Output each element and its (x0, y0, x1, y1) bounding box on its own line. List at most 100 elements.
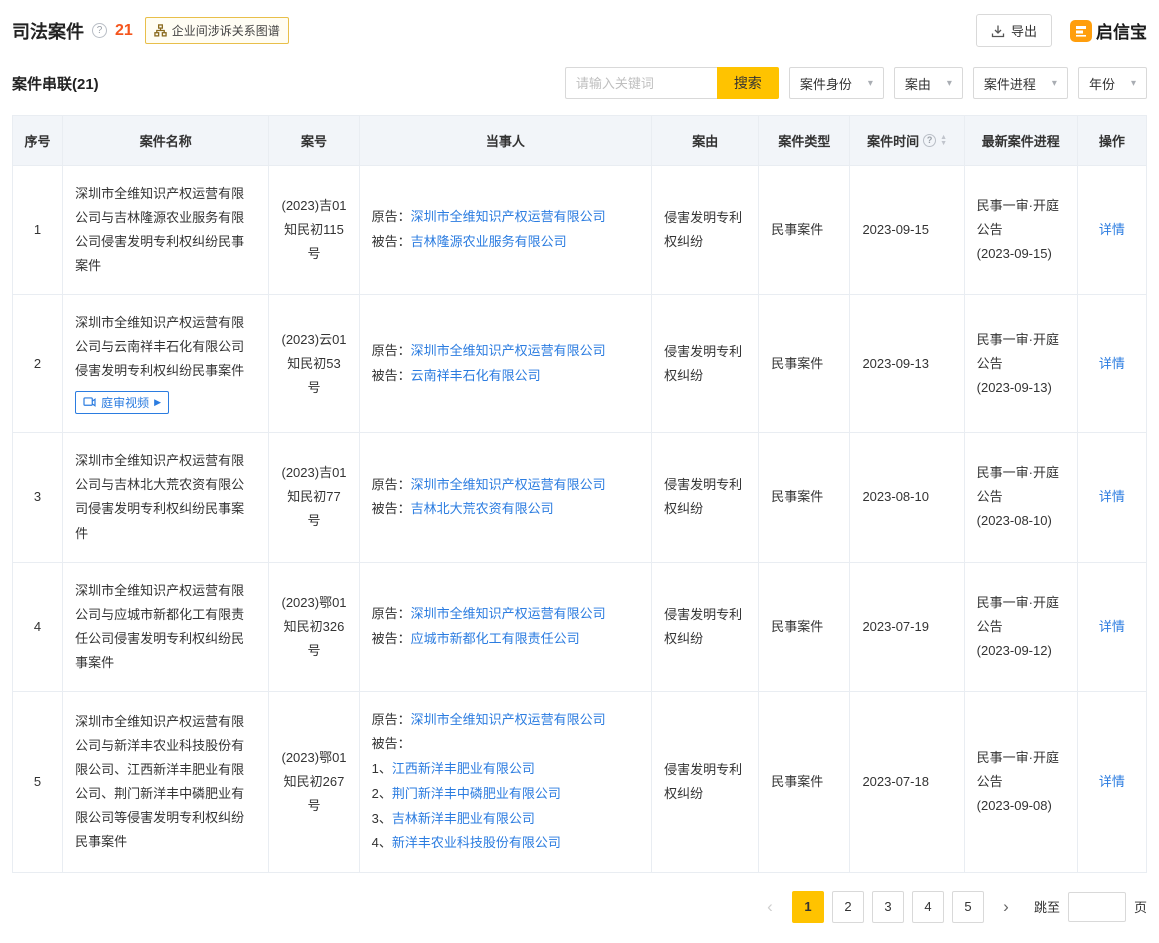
case-name-text: 深圳市全维知识产权运营有限公司与云南祥丰石化有限公司侵害发明专利权纠纷民事案件 (75, 311, 256, 383)
plaintiff-link[interactable]: 深圳市全维知识产权运营有限公司 (411, 477, 606, 492)
detail-link[interactable]: 详情 (1099, 774, 1125, 789)
cell-action: 详情 (1077, 295, 1146, 433)
defendant-label: 被告： (372, 631, 411, 646)
plaintiff-link[interactable]: 深圳市全维知识产权运营有限公司 (411, 712, 606, 727)
detail-link[interactable]: 详情 (1099, 222, 1125, 237)
defendant-link[interactable]: 吉林新洋丰肥业有限公司 (392, 811, 535, 826)
jump-page-input[interactable] (1068, 892, 1126, 922)
defendant-link[interactable]: 吉林隆源农业服务有限公司 (411, 234, 567, 249)
plaintiff-link[interactable]: 深圳市全维知识产权运营有限公司 (411, 606, 606, 621)
page-button-2[interactable]: 2 (832, 891, 864, 923)
defendant-label: 被告： (372, 501, 411, 516)
col-time-label: 案件时间 (867, 131, 919, 150)
video-icon (83, 397, 96, 408)
defendant-index: 2、 (372, 786, 392, 801)
table-row: 5 深圳市全维知识产权运营有限公司与新洋丰农业科技股份有限公司、江西新洋丰肥业有… (13, 691, 1147, 872)
table-row: 1 深圳市全维知识产权运营有限公司与吉林隆源农业服务有限公司侵害发明专利权纠纷民… (13, 166, 1147, 295)
cell-progress: 民事一审·开庭公告 (2023-09-13) (964, 295, 1077, 433)
page-button-5[interactable]: 5 (952, 891, 984, 923)
cell-action: 详情 (1077, 166, 1146, 295)
progress-text: 民事一审·开庭公告 (977, 591, 1065, 639)
defendant-link[interactable]: 新洋丰农业科技股份有限公司 (392, 835, 561, 850)
next-page-button[interactable]: › (992, 891, 1020, 923)
judicial-cases-page: 司法案件 ? 21 企业间涉诉关系图谱 导出 启信宝 (0, 0, 1159, 943)
filter-case-role[interactable]: 案件身份 ▾ (789, 67, 884, 99)
col-type: 案件类型 (759, 116, 850, 166)
detail-link[interactable]: 详情 (1099, 619, 1125, 634)
filter-cause-label: 案由 (905, 74, 931, 93)
filter-cause[interactable]: 案由 ▾ (894, 67, 963, 99)
cell-case-name: 深圳市全维知识产权运营有限公司与应城市新都化工有限责任公司侵害发明专利权纠纷民事… (63, 562, 269, 691)
defendant-link[interactable]: 荆门新洋丰中磷肥业有限公司 (392, 786, 561, 801)
defendant-index: 4、 (372, 835, 392, 850)
defendant-link[interactable]: 吉林北大荒农资有限公司 (411, 501, 554, 516)
page-jump: 跳至 页 (1034, 892, 1147, 922)
trial-video-label: 庭审视频 (101, 394, 149, 411)
progress-date: (2023-09-13) (977, 376, 1065, 400)
col-cause: 案由 (652, 116, 759, 166)
defendant-link[interactable]: 云南祥丰石化有限公司 (411, 368, 541, 383)
sort-icon[interactable]: ▲▼ (940, 135, 947, 147)
brand-icon (1070, 20, 1092, 42)
cell-cause: 侵害发明专利权纠纷 (652, 166, 759, 295)
defendant-link[interactable]: 江西新洋丰肥业有限公司 (392, 761, 535, 776)
page-button-4[interactable]: 4 (912, 891, 944, 923)
defendant-index: 3、 (372, 811, 392, 826)
defendant-link[interactable]: 应城市新都化工有限责任公司 (411, 631, 580, 646)
search-button[interactable]: 搜索 (717, 67, 779, 99)
cell-time: 2023-09-15 (850, 166, 964, 295)
case-time-help-icon[interactable]: ? (923, 134, 936, 147)
col-parties: 当事人 (359, 116, 652, 166)
cell-action: 详情 (1077, 433, 1146, 562)
cell-case-no: (2023)鄂01知民初326号 (269, 562, 359, 691)
defendant-label: 被告： (372, 736, 411, 751)
filter-year-label: 年份 (1089, 74, 1115, 93)
cell-parties: 原告：深圳市全维知识产权运营有限公司 被告：吉林北大荒农资有限公司 (359, 433, 652, 562)
defendant-label: 被告： (372, 234, 411, 249)
plaintiff-label: 原告： (372, 343, 411, 358)
cell-case-name: 深圳市全维知识产权运营有限公司与新洋丰农业科技股份有限公司、江西新洋丰肥业有限公… (63, 691, 269, 872)
cell-case-no: (2023)鄂01知民初267号 (269, 691, 359, 872)
jump-label: 跳至 (1034, 897, 1060, 916)
top-bar: 司法案件 ? 21 企业间涉诉关系图谱 导出 启信宝 (12, 12, 1147, 51)
cell-cause: 侵害发明专利权纠纷 (652, 691, 759, 872)
page-title: 司法案件 (12, 18, 84, 44)
cell-cause: 侵害发明专利权纠纷 (652, 295, 759, 433)
col-time: 案件时间 ? ▲▼ (850, 116, 964, 166)
col-case-name: 案件名称 (63, 116, 269, 166)
table-row: 4 深圳市全维知识产权运营有限公司与应城市新都化工有限责任公司侵害发明专利权纠纷… (13, 562, 1147, 691)
cell-cause: 侵害发明专利权纠纷 (652, 562, 759, 691)
plaintiff-link[interactable]: 深圳市全维知识产权运营有限公司 (411, 209, 606, 224)
litigation-graph-button[interactable]: 企业间涉诉关系图谱 (145, 17, 289, 44)
page-button-3[interactable]: 3 (872, 891, 904, 923)
detail-link[interactable]: 详情 (1099, 356, 1125, 371)
cell-seq: 4 (13, 562, 63, 691)
cell-case-no: (2023)吉01知民初115号 (269, 166, 359, 295)
cell-type: 民事案件 (759, 295, 850, 433)
page-button-1[interactable]: 1 (792, 891, 824, 923)
cell-progress: 民事一审·开庭公告 (2023-09-12) (964, 562, 1077, 691)
progress-text: 民事一审·开庭公告 (977, 328, 1065, 376)
cell-progress: 民事一审·开庭公告 (2023-09-08) (964, 691, 1077, 872)
progress-text: 民事一审·开庭公告 (977, 746, 1065, 794)
brand-name: 启信宝 (1096, 18, 1147, 43)
prev-page-button[interactable]: ‹ (756, 891, 784, 923)
progress-date: (2023-08-10) (977, 509, 1065, 533)
chevron-down-icon: ▾ (947, 78, 952, 89)
cell-case-name: 深圳市全维知识产权运营有限公司与云南祥丰石化有限公司侵害发明专利权纠纷民事案件 … (63, 295, 269, 433)
cases-table: 序号 案件名称 案号 当事人 案由 案件类型 案件时间 ? ▲▼ 最新案件进程 (12, 115, 1147, 873)
cell-progress: 民事一审·开庭公告 (2023-08-10) (964, 433, 1077, 562)
trial-video-button[interactable]: 庭审视频 ▶ (75, 391, 169, 414)
plaintiff-link[interactable]: 深圳市全维知识产权运营有限公司 (411, 343, 606, 358)
play-icon: ▶ (154, 397, 161, 408)
export-button[interactable]: 导出 (976, 14, 1052, 47)
progress-date: (2023-09-08) (977, 794, 1065, 818)
defendant-index: 1、 (372, 761, 392, 776)
help-icon[interactable]: ? (92, 23, 107, 38)
detail-link[interactable]: 详情 (1099, 489, 1125, 504)
cell-progress: 民事一审·开庭公告 (2023-09-15) (964, 166, 1077, 295)
search-input[interactable] (565, 67, 717, 99)
filter-toolbar: 案件串联(21) 搜索 案件身份 ▾ 案由 ▾ 案件进程 ▾ 年份 ▾ (12, 67, 1147, 99)
filter-progress[interactable]: 案件进程 ▾ (973, 67, 1068, 99)
filter-year[interactable]: 年份 ▾ (1078, 67, 1147, 99)
